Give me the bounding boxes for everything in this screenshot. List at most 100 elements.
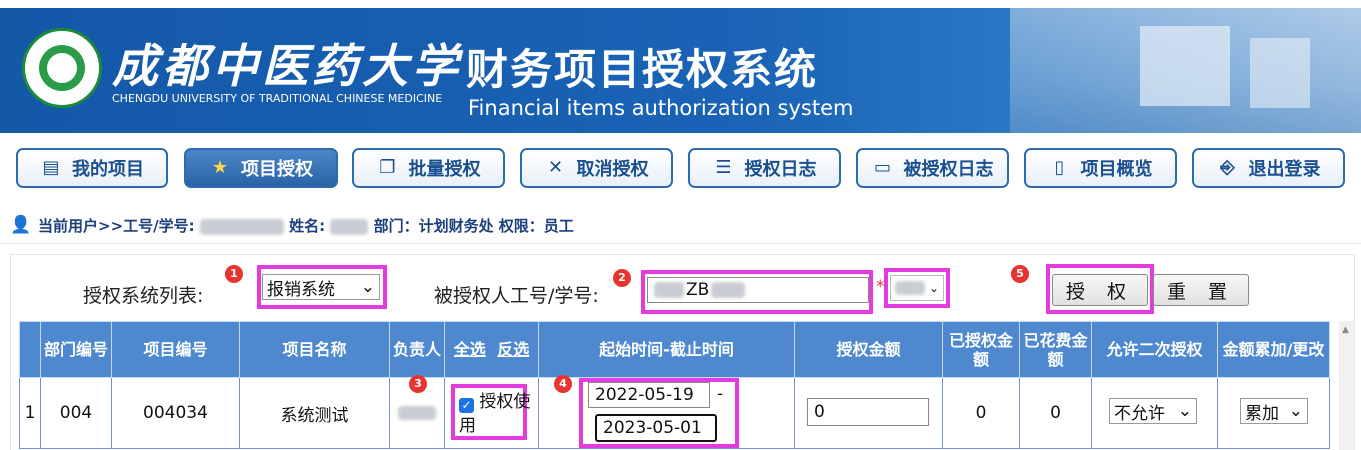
auth-checkbox[interactable]: ✓ xyxy=(459,398,474,413)
chevron-down-icon: ⌄ xyxy=(1288,401,1303,421)
amount-mode-value: 累加 xyxy=(1245,403,1279,424)
system-select[interactable]: 报销系统 ⌄ xyxy=(262,274,380,300)
start-date-value: 2022-05-19 xyxy=(595,385,694,405)
overview-icon: ▯ xyxy=(1054,157,1065,178)
chevron-down-icon: ⌄ xyxy=(360,277,375,297)
nav-label: 批量授权 xyxy=(408,159,481,180)
amount-input[interactable]: 0 xyxy=(807,398,929,426)
authorize-button[interactable]: 授 权 xyxy=(1052,274,1148,306)
user-icon: 👤 xyxy=(10,215,32,235)
authorized-amount-cell: 0 xyxy=(942,377,1020,449)
select-all-link[interactable]: 全选 xyxy=(454,340,486,359)
nav-cancel-authorize[interactable]: ✕ 取消授权 xyxy=(520,148,673,188)
user-id-redacted xyxy=(199,218,284,235)
nav-received-auth-log[interactable]: ▭ 被授权日志 xyxy=(856,148,1009,188)
doc-icon: ▭ xyxy=(873,157,891,178)
owner-redacted xyxy=(398,406,436,420)
user-id-label: 当前用户>>工号/学号: xyxy=(38,217,195,235)
amount-mode-cell: 累加 ⌄ xyxy=(1217,377,1330,449)
col-owner: 负责人 xyxy=(389,321,445,378)
col-index xyxy=(19,321,41,378)
system-title: 财务项目授权系统 xyxy=(466,45,819,94)
university-name-cn: 成都中医药大学 xyxy=(112,39,462,93)
reset-button[interactable]: 重 置 xyxy=(1153,274,1249,306)
col-select: 全选 反选 xyxy=(444,321,539,378)
nav-label: 项目概览 xyxy=(1080,159,1153,180)
auth-checkbox-cell: ✓ 授权使用 xyxy=(444,377,539,449)
grantee-id-input[interactable]: ZB xyxy=(647,277,869,303)
second-auth-cell: 不允许 ⌄ xyxy=(1091,377,1218,449)
nav-label: 取消授权 xyxy=(576,159,649,180)
step-badge-3: 3 xyxy=(409,375,427,393)
site-header: 成都中医药大学 CHENGDU UNIVERSITY OF TRADITIONA… xyxy=(0,8,1361,133)
second-auth-select[interactable]: 不允许 ⌄ xyxy=(1109,398,1197,424)
table-scrollbar[interactable]: ▲ xyxy=(1339,321,1354,450)
nav-auth-log[interactable]: ☰ 授权日志 xyxy=(688,148,841,188)
amount-mode-select[interactable]: 累加 ⌄ xyxy=(1240,398,1308,424)
col-second-auth: 允许二次授权 xyxy=(1091,321,1218,378)
row-index: 1 xyxy=(19,377,41,449)
nav-project-authorize[interactable]: ★ 项目授权 xyxy=(184,148,338,188)
project-code-cell: 004034 xyxy=(111,377,240,449)
step-badge-2: 2 xyxy=(613,269,631,287)
university-name-en: CHENGDU UNIVERSITY OF TRADITIONAL CHINES… xyxy=(112,92,443,105)
stack-icon: ❐ xyxy=(379,157,396,178)
invert-select-link[interactable]: 反选 xyxy=(497,340,529,359)
second-auth-value: 不允许 xyxy=(1114,403,1165,424)
current-user-info: 当前用户>>工号/学号: 姓名: 部门：计划财务处 权限：员工 xyxy=(38,215,574,236)
col-project-code: 项目编号 xyxy=(111,321,240,378)
col-spent-amount: 已花费金额 xyxy=(1019,321,1092,378)
main-nav: ▤ 我的项目 ★ 项目授权 ❐ 批量授权 ✕ 取消授权 ☰ 授权日志 ▭ 被授权… xyxy=(0,133,1361,205)
nav-label: 退出登录 xyxy=(1248,159,1321,180)
dept-code-cell: 004 xyxy=(40,377,112,449)
list-icon: ▤ xyxy=(42,157,60,178)
scroll-up-icon: ▲ xyxy=(1342,325,1349,335)
grantee-type-select[interactable]: ⌄ xyxy=(890,275,944,301)
col-authorized-amount: 已授权金额 xyxy=(942,321,1020,378)
campus-building-image xyxy=(1140,26,1230,106)
university-logo-icon xyxy=(22,28,102,108)
date-separator: - xyxy=(717,384,724,404)
nav-logout[interactable]: ⎆ 退出登录 xyxy=(1192,148,1345,188)
nav-my-projects[interactable]: ▤ 我的项目 xyxy=(16,148,168,188)
chevron-down-icon: ⌄ xyxy=(928,281,939,295)
table-header-row: 部门编号 项目编号 项目名称 负责人 全选 反选 起始时间-截止时间 授权金额 … xyxy=(19,321,1330,378)
user-name-redacted xyxy=(330,218,369,235)
step-badge-4: 4 xyxy=(554,375,572,393)
col-amount: 授权金额 xyxy=(794,321,943,378)
grantee-id-redacted xyxy=(711,282,746,298)
nav-label: 被授权日志 xyxy=(903,159,994,180)
chevron-down-icon: ⌄ xyxy=(1177,401,1192,421)
star-icon: ★ xyxy=(211,157,229,178)
user-name-label: 姓名: xyxy=(289,217,326,235)
grantee-label: 被授权人工号/学号: xyxy=(434,285,599,307)
nav-label: 我的项目 xyxy=(72,159,144,180)
date-range-cell: 2022-05-19 - 2023-05-01 xyxy=(538,377,795,449)
grantee-id-redacted xyxy=(654,282,684,298)
current-user-bar: 👤 当前用户>>工号/学号: 姓名: 部门：计划财务处 权限：员工 xyxy=(0,205,1361,244)
user-dept-role: 部门：计划财务处 权限：员工 xyxy=(373,217,574,235)
start-date-input[interactable]: 2022-05-19 xyxy=(588,382,710,408)
table-row: 1 004 004034 系统测试 ✓ 授权使用 2022-05-19 - 20… xyxy=(19,377,1330,449)
spent-amount-cell: 0 xyxy=(1019,377,1092,449)
nav-batch-authorize[interactable]: ❐ 批量授权 xyxy=(352,148,505,188)
end-date-input[interactable]: 2023-05-01 xyxy=(595,414,717,442)
grantee-type-redacted xyxy=(895,281,925,295)
col-dept-code: 部门编号 xyxy=(40,321,112,378)
amount-cell: 0 xyxy=(794,377,943,449)
nav-label: 项目授权 xyxy=(241,159,313,180)
system-selected-value: 报销系统 xyxy=(267,279,335,300)
nav-label: 授权日志 xyxy=(744,159,817,180)
log-icon: ☰ xyxy=(715,157,732,178)
step-badge-1: 1 xyxy=(225,265,243,283)
col-date-range: 起始时间-截止时间 xyxy=(538,321,795,378)
col-amount-mode: 金额累加/更改 xyxy=(1217,321,1330,378)
top-strip xyxy=(0,0,1361,8)
nav-project-overview[interactable]: ▯ 项目概览 xyxy=(1024,148,1177,188)
system-list-label: 授权系统列表: xyxy=(83,285,204,307)
grantee-id-visible-text: ZB xyxy=(686,280,710,300)
end-date-value: 2023-05-01 xyxy=(603,418,702,438)
authorize-panel: 授权系统列表: 1 报销系统 ⌄ 被授权人工号/学号: 2 ZB * ⌄ 5 授… xyxy=(10,254,1355,450)
amount-value: 0 xyxy=(814,402,825,422)
project-name-cell: 系统测试 xyxy=(239,377,390,449)
